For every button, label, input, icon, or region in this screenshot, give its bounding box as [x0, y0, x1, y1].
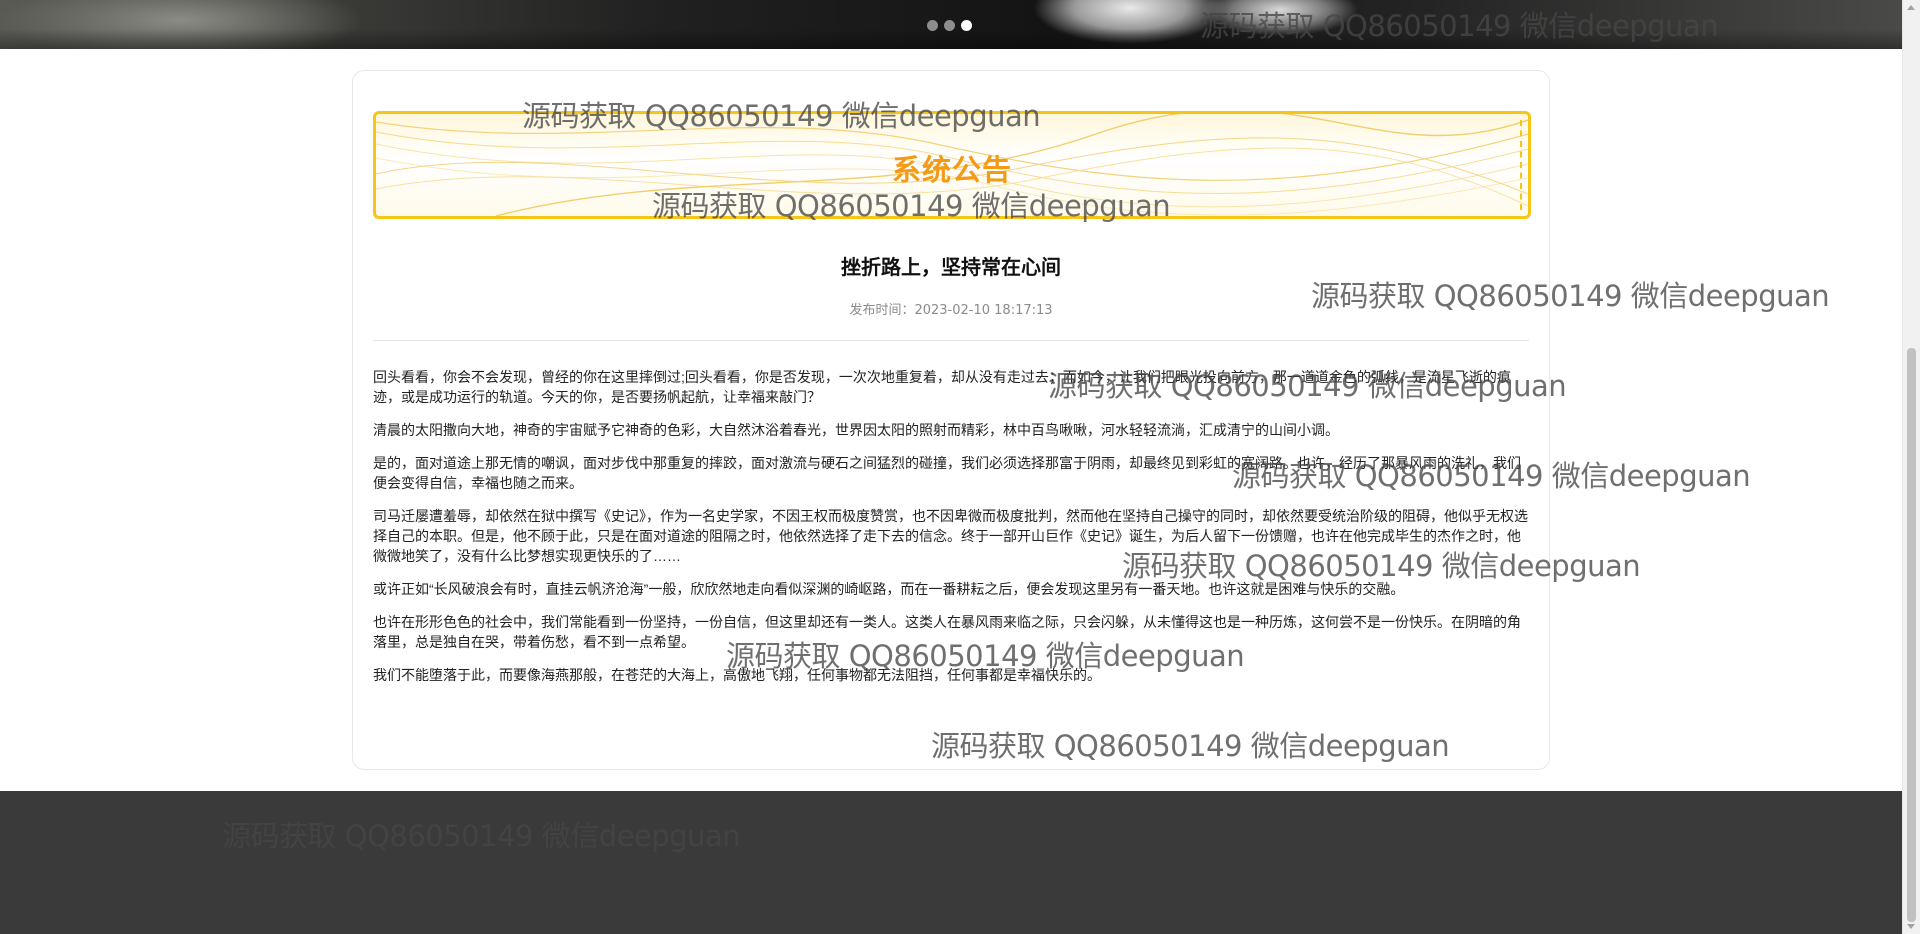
- article-title: 挫折路上，坚持常在心间: [841, 255, 1061, 279]
- publish-time: 2023-02-10 18:17:13: [914, 303, 1053, 318]
- article-paragraph: 我们不能堕落于此，而要像海燕那般，在苍茫的大海上，高傲地飞翔，任何事物都无法阻挡…: [373, 667, 1101, 683]
- carousel-indicators: [927, 20, 972, 31]
- article-paragraph: 或许正如“长风破浪会有时，直挂云帆济沧海”一般，欣欣然地走向看似深渊的崎岖路，而…: [373, 581, 1405, 597]
- vertical-scrollbar[interactable]: [1902, 0, 1920, 934]
- carousel-dot[interactable]: [944, 20, 955, 31]
- article-paragraph: 也许在形形色色的社会中，我们常能看到一份坚持，一份自信，但这里却还有一类人。这类…: [373, 614, 1521, 650]
- article-paragraph: 清晨的太阳撒向大地，神奇的宇宙赋予它神奇的色彩，大自然沐浴着春光，世界因太阳的照…: [373, 422, 1339, 438]
- divider: [373, 340, 1529, 341]
- announcement-card: 系统公告 挫折路上，坚持常在心间 发布时间：2023-02-10 18:17:1…: [352, 70, 1550, 770]
- carousel-dot-active[interactable]: [961, 20, 972, 31]
- publish-meta: 发布时间：2023-02-10 18:17:13: [353, 299, 1549, 318]
- publish-label: 发布时间：: [849, 303, 915, 318]
- scrollbar-thumb[interactable]: [1907, 348, 1916, 922]
- article-content: 回头看看，你会不会发现，曾经的你在这里摔倒过;回头看看，你是否发现，一次次地重复…: [373, 367, 1529, 698]
- article-paragraph: 是的，面对道途上那无情的嘲讽，面对步伐中那重复的摔跤，面对激流与硬石之间猛烈的碰…: [373, 455, 1521, 491]
- notice-banner-title: 系统公告: [891, 153, 1012, 187]
- carousel-dot[interactable]: [927, 20, 938, 31]
- notice-banner: 系统公告: [373, 111, 1531, 219]
- hero-carousel[interactable]: [0, 0, 1903, 49]
- page-footer: [0, 791, 1903, 934]
- scroll-down-icon[interactable]: [1907, 924, 1915, 929]
- scroll-up-icon[interactable]: [1907, 5, 1915, 10]
- article-paragraph: 回头看看，你会不会发现，曾经的你在这里摔倒过;回头看看，你是否发现，一次次地重复…: [373, 369, 1511, 405]
- article-paragraph: 司马迁屡遭羞辱，却依然在狱中撰写《史记》，作为一名史学家，不因王权而极度赞赏，也…: [373, 508, 1528, 564]
